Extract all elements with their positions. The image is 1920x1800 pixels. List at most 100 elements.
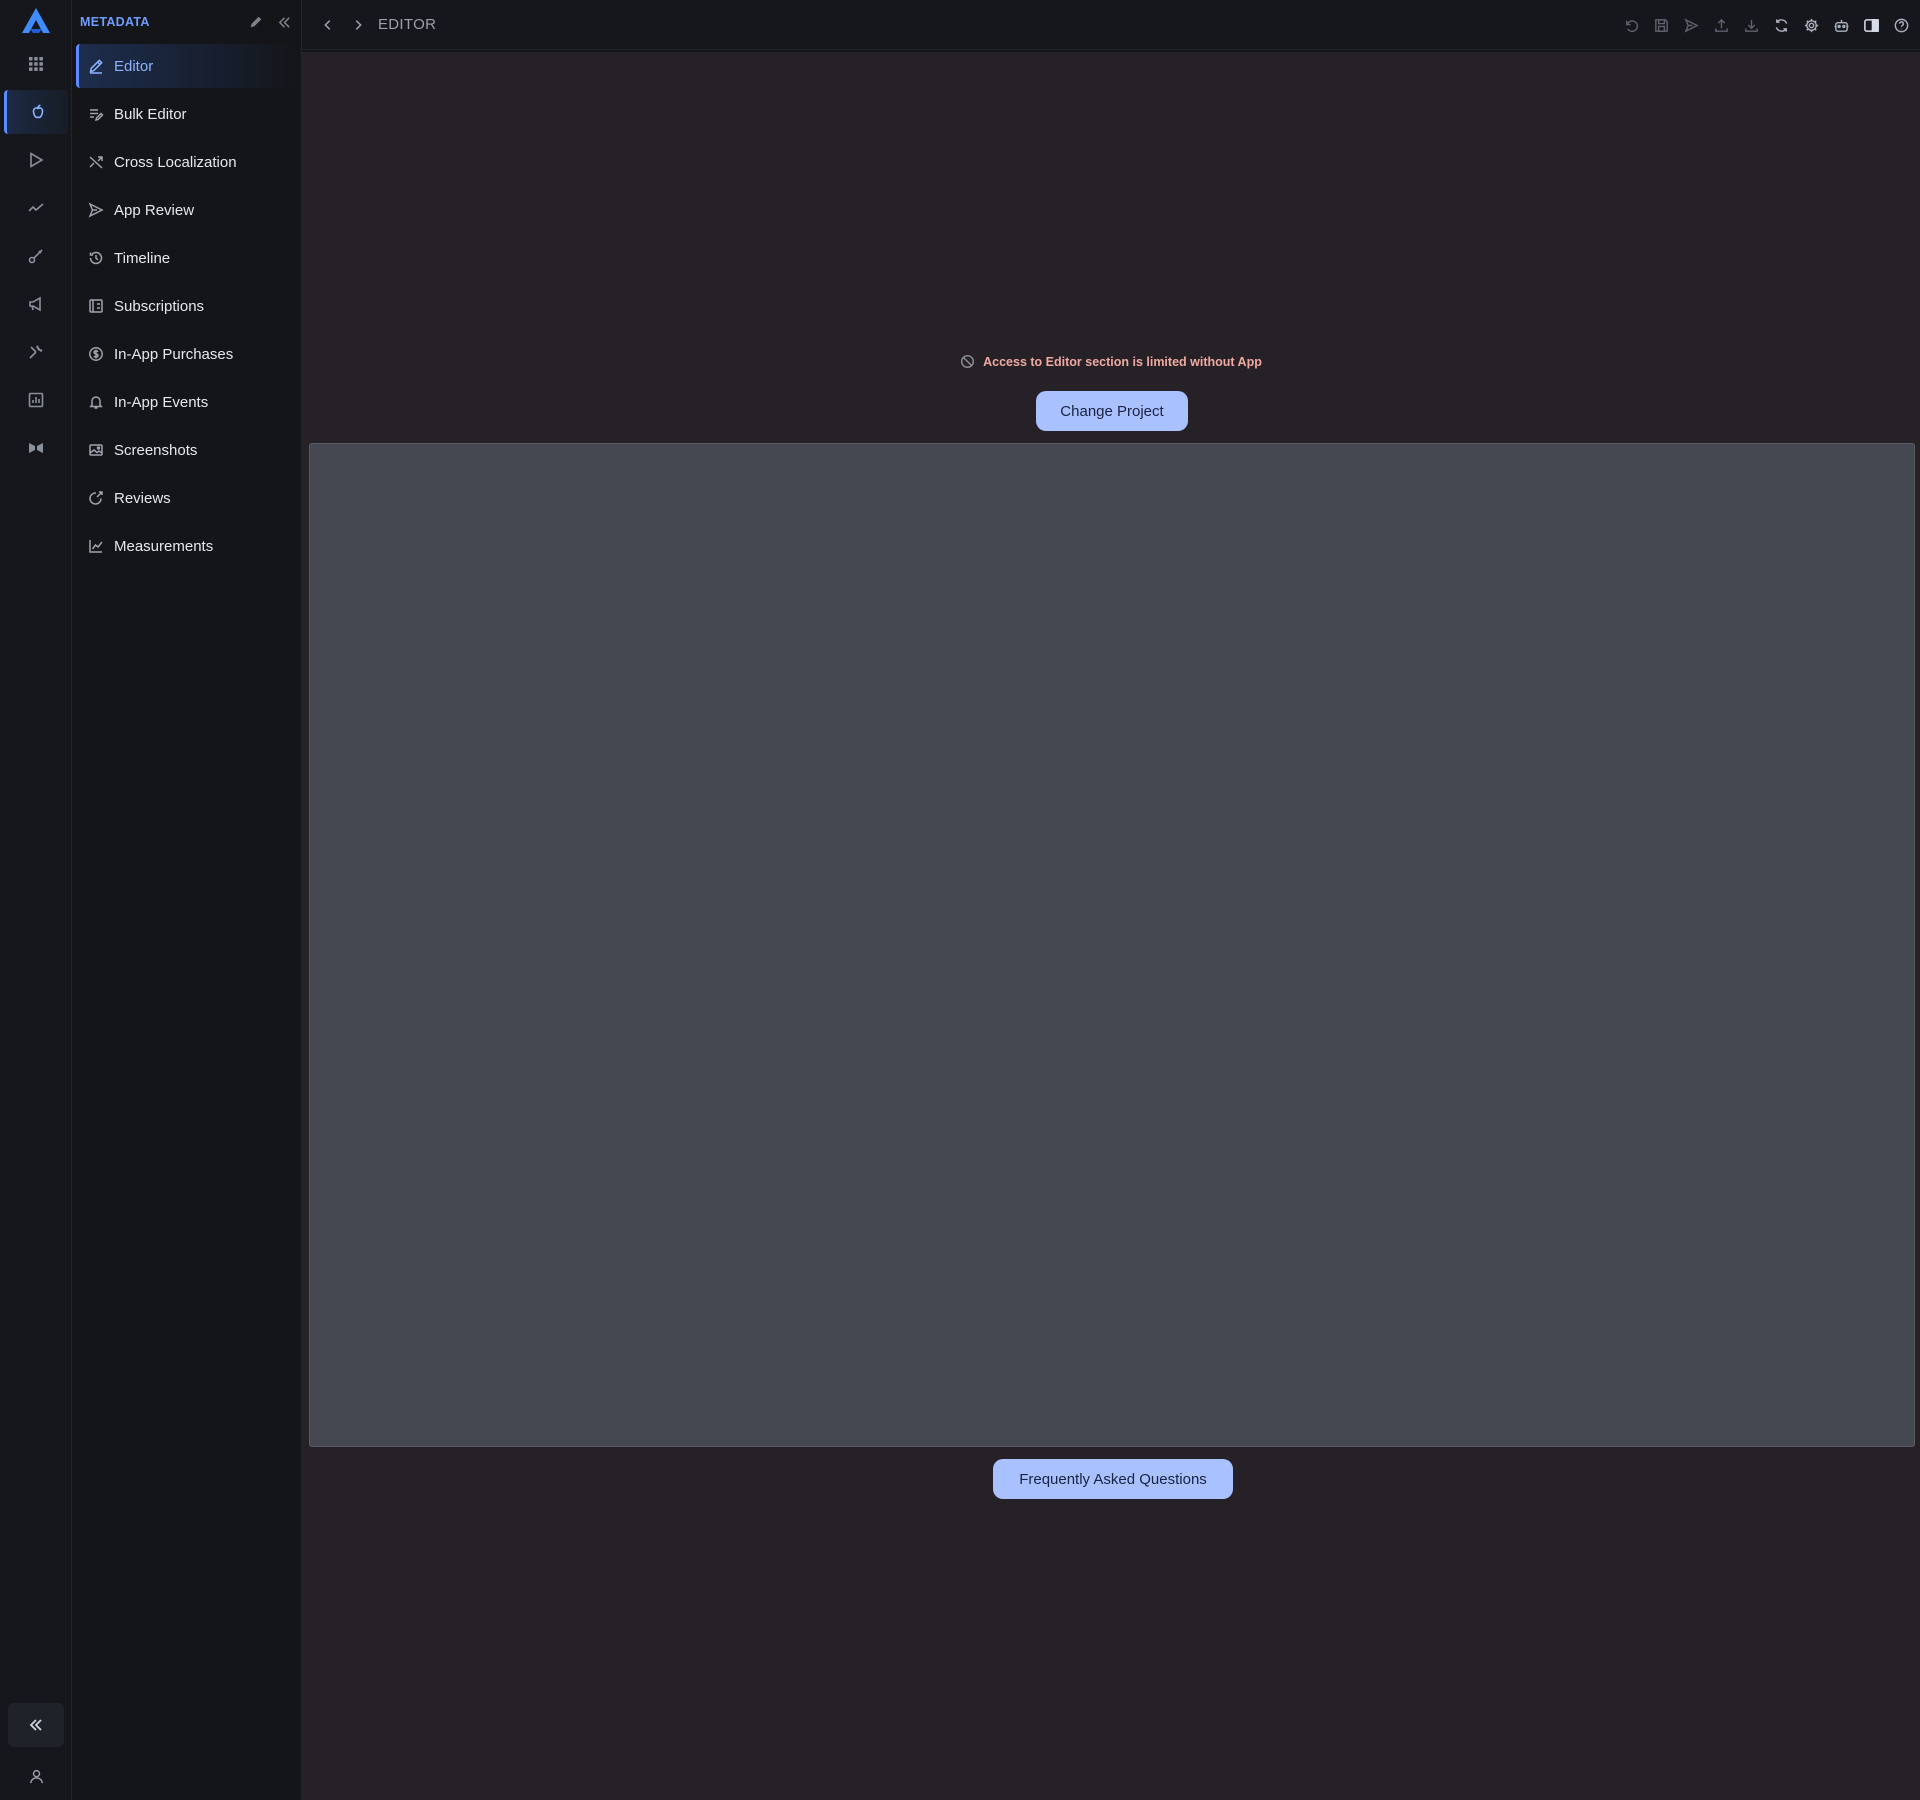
- sync-button[interactable]: [1766, 13, 1796, 37]
- sidebar-item-app-review[interactable]: App Review: [76, 188, 298, 232]
- sidebar-item-label: In-App Purchases: [114, 345, 234, 363]
- sidebar-item-editor[interactable]: Editor: [76, 44, 298, 88]
- change-project-button[interactable]: Change Project: [1036, 391, 1188, 431]
- rail-app-store[interactable]: [4, 90, 68, 134]
- sidebar-nav: Editor Bulk Editor Cross Localization Ap…: [76, 44, 298, 572]
- help-button[interactable]: [1886, 13, 1916, 37]
- upload-button[interactable]: [1706, 13, 1736, 37]
- chevrons-left-icon: [278, 16, 290, 28]
- download-icon: [1744, 19, 1758, 32]
- editor-placeholder-panel: [309, 443, 1915, 1447]
- bulk-edit-icon: [90, 109, 104, 122]
- user-menu-button[interactable]: [16, 1760, 56, 1792]
- chevrons-left-icon: [29, 1719, 42, 1731]
- app-root: METADATA Editor Bulk Editor Cross Locali…: [0, 0, 1920, 1800]
- tools-icon: [29, 345, 43, 359]
- subscription-icon: [89, 299, 103, 313]
- panel-icon: [1863, 18, 1879, 32]
- save-button[interactable]: [1646, 13, 1676, 37]
- expand-rail-button[interactable]: [8, 1703, 64, 1747]
- bell-icon: [89, 396, 103, 409]
- rail-keywords[interactable]: [4, 234, 68, 278]
- history-icon: [89, 251, 103, 265]
- pencil-icon: [89, 59, 103, 74]
- play-store-icon: [30, 152, 44, 168]
- download-button[interactable]: [1736, 13, 1766, 37]
- icon-rail: [0, 0, 72, 1800]
- bowtie-icon: [29, 443, 43, 453]
- upload-icon: [1714, 18, 1728, 32]
- rail-grid[interactable]: [4, 42, 68, 86]
- sidebar-item-label: Timeline: [114, 249, 171, 267]
- sidebar-item-label: App Review: [114, 201, 195, 219]
- access-notice: Access to Editor section is limited with…: [302, 354, 1920, 369]
- undo-button[interactable]: [1616, 13, 1646, 37]
- shuffle-icon: [89, 156, 103, 169]
- sidebar-item-measurements[interactable]: Measurements: [76, 524, 298, 568]
- toggle-panel-button[interactable]: [1856, 13, 1886, 37]
- forward-button[interactable]: [346, 13, 370, 37]
- settings-icon: [1804, 18, 1818, 32]
- edit-sidebar-button[interactable]: [246, 12, 266, 32]
- chevron-right-icon: [355, 19, 362, 30]
- undo-icon: [1625, 19, 1638, 32]
- back-button[interactable]: [316, 13, 340, 37]
- submit-button[interactable]: [1676, 13, 1706, 37]
- sidebar-item-label: Measurements: [114, 537, 214, 555]
- rail-trends[interactable]: [4, 186, 68, 230]
- image-icon: [89, 444, 103, 456]
- rail-play-store[interactable]: [4, 138, 68, 182]
- trend-icon: [28, 203, 44, 212]
- sidebar-item-label: Subscriptions: [114, 297, 205, 315]
- apple-icon: [32, 104, 43, 119]
- toolbar: [1616, 13, 1916, 37]
- sidebar-header: METADATA: [80, 10, 294, 34]
- rail-reports[interactable]: [4, 378, 68, 422]
- notice-text: Access to Editor section is limited with…: [983, 354, 1262, 369]
- sidebar-item-screenshots[interactable]: Screenshots: [76, 428, 298, 472]
- sidebar-item-in-app-purchases[interactable]: In-App Purchases: [76, 332, 298, 376]
- settings-button[interactable]: [1796, 13, 1826, 37]
- robot-icon: [1833, 19, 1849, 32]
- ban-icon: [961, 354, 975, 369]
- rail-campaigns[interactable]: [4, 282, 68, 326]
- megaphone-icon: [29, 296, 41, 312]
- sidebar-title: METADATA: [80, 15, 150, 29]
- user-icon: [29, 1769, 43, 1783]
- report-icon: [28, 392, 44, 408]
- key-icon: [28, 249, 43, 264]
- send-icon: [88, 202, 104, 218]
- review-icon: [89, 491, 103, 505]
- faq-button[interactable]: Frequently Asked Questions: [993, 1459, 1233, 1499]
- sidebar-item-subscriptions[interactable]: Subscriptions: [76, 284, 298, 328]
- save-icon: [1654, 18, 1668, 32]
- sidebar-item-label: Reviews: [114, 489, 171, 507]
- sidebar-item-bulk-editor[interactable]: Bulk Editor: [76, 92, 298, 136]
- sidebar-item-cross-localization[interactable]: Cross Localization: [76, 140, 298, 184]
- chart-line-icon: [89, 540, 103, 553]
- chevron-left-icon: [324, 19, 331, 30]
- send-icon: [1683, 17, 1699, 33]
- pencil-icon: [250, 16, 262, 28]
- sidebar-item-reviews[interactable]: Reviews: [76, 476, 298, 520]
- help-icon: [1894, 18, 1908, 32]
- sidebar-item-label: In-App Events: [114, 393, 209, 411]
- metadata-sidebar: METADATA Editor Bulk Editor Cross Locali…: [72, 0, 302, 1800]
- collapse-sidebar-button[interactable]: [274, 12, 294, 32]
- sidebar-item-label: Cross Localization: [114, 153, 237, 171]
- sidebar-item-label: Screenshots: [114, 441, 198, 459]
- rail-tools[interactable]: [4, 330, 68, 374]
- sidebar-item-label: Editor: [114, 57, 154, 75]
- sync-icon: [1775, 18, 1787, 32]
- app-logo[interactable]: [20, 6, 52, 36]
- grid-icon: [29, 57, 43, 71]
- sidebar-item-in-app-events[interactable]: In-App Events: [76, 380, 298, 424]
- logo-icon: [22, 8, 50, 33]
- rail-integrations[interactable]: [4, 426, 68, 470]
- dollar-icon: [89, 347, 103, 361]
- ai-assistant-button[interactable]: [1826, 13, 1856, 37]
- breadcrumb: EDITOR: [378, 16, 437, 33]
- main-content: Access to Editor section is limited with…: [302, 52, 1920, 1800]
- sidebar-item-label: Bulk Editor: [114, 105, 187, 123]
- sidebar-item-timeline[interactable]: Timeline: [76, 236, 298, 280]
